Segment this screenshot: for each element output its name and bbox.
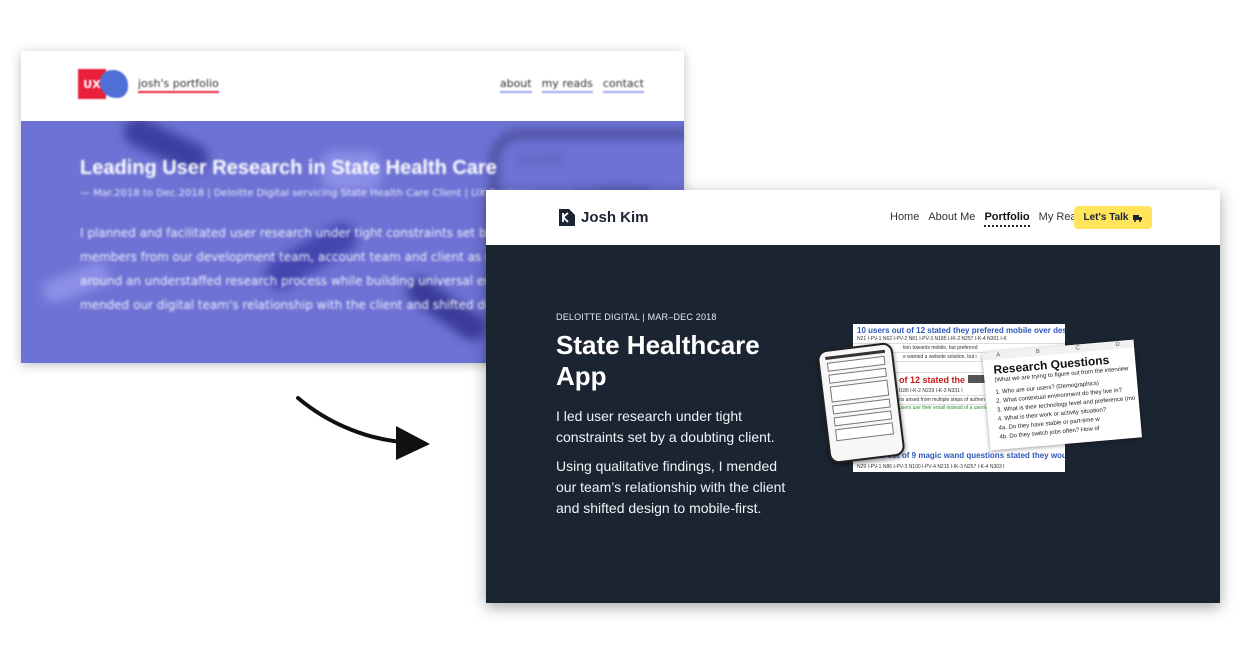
old-nav-contact[interactable]: contact <box>602 77 644 93</box>
project-title: State Healthcare App <box>556 330 760 391</box>
project-summary-2: Using qualitative findings, I mended our… <box>556 458 786 516</box>
sheet-title-1: 10 users out of 12 stated they prefered … <box>857 326 1065 335</box>
old-logo: UX <box>78 69 130 99</box>
old-hero-meta-text: — Mar.2018 to Dec.2018 | Deloitte Digita… <box>80 188 472 199</box>
sheet-red-title-text: of 12 stated the <box>899 375 966 385</box>
lets-talk-label: Let's Talk <box>1083 212 1129 223</box>
brand[interactable]: Josh Kim <box>559 209 649 226</box>
old-hero-title: Leading User Research in State Health Ca… <box>80 157 497 179</box>
lets-talk-button[interactable]: Let's Talk <box>1074 206 1152 229</box>
rq-col: B <box>1035 348 1041 356</box>
rq-col: D <box>1115 341 1121 349</box>
transition-arrow-icon <box>296 396 430 460</box>
project-summary-1: I led user research under tight constrai… <box>556 408 775 445</box>
nav-portfolio[interactable]: Portfolio <box>984 211 1030 227</box>
research-questions-sheet: A B C D Research Questions (What we are … <box>982 339 1142 451</box>
nav-home[interactable]: Home <box>890 211 919 227</box>
phone-wireframe <box>816 341 906 465</box>
rq-col: C <box>1075 345 1081 352</box>
brand-name: Josh Kim <box>581 209 649 226</box>
main-nav: Home About Me Portfolio My Reads <box>890 211 1088 227</box>
new-header: Josh Kim Home About Me Portfolio My Read… <box>486 190 1220 245</box>
project-eyebrow: DELOITTE DIGITAL | MAR–DEC 2018 <box>556 312 717 322</box>
nav-about-me[interactable]: About Me <box>928 211 975 227</box>
old-nav: about my reads contact <box>499 77 644 93</box>
rq-col: A <box>996 352 1001 359</box>
old-header: UX josh's portfolio about my reads conta… <box>21 51 684 121</box>
old-nav-about[interactable]: about <box>499 77 532 93</box>
sheet-row: N29 I-PV-1 N86 I-PV-3 N100 I-PV-4 N215 I… <box>857 464 1005 470</box>
old-hero-meta: — Mar.2018 to Dec.2018 | Deloitte Digita… <box>80 188 533 199</box>
new-portfolio-screenshot: Josh Kim Home About Me Portfolio My Read… <box>486 190 1220 603</box>
old-nav-my-reads[interactable]: my reads <box>541 77 593 93</box>
old-site-name[interactable]: josh's portfolio <box>138 77 219 93</box>
truck-icon <box>1132 214 1142 222</box>
brand-logo-icon <box>559 209 575 226</box>
